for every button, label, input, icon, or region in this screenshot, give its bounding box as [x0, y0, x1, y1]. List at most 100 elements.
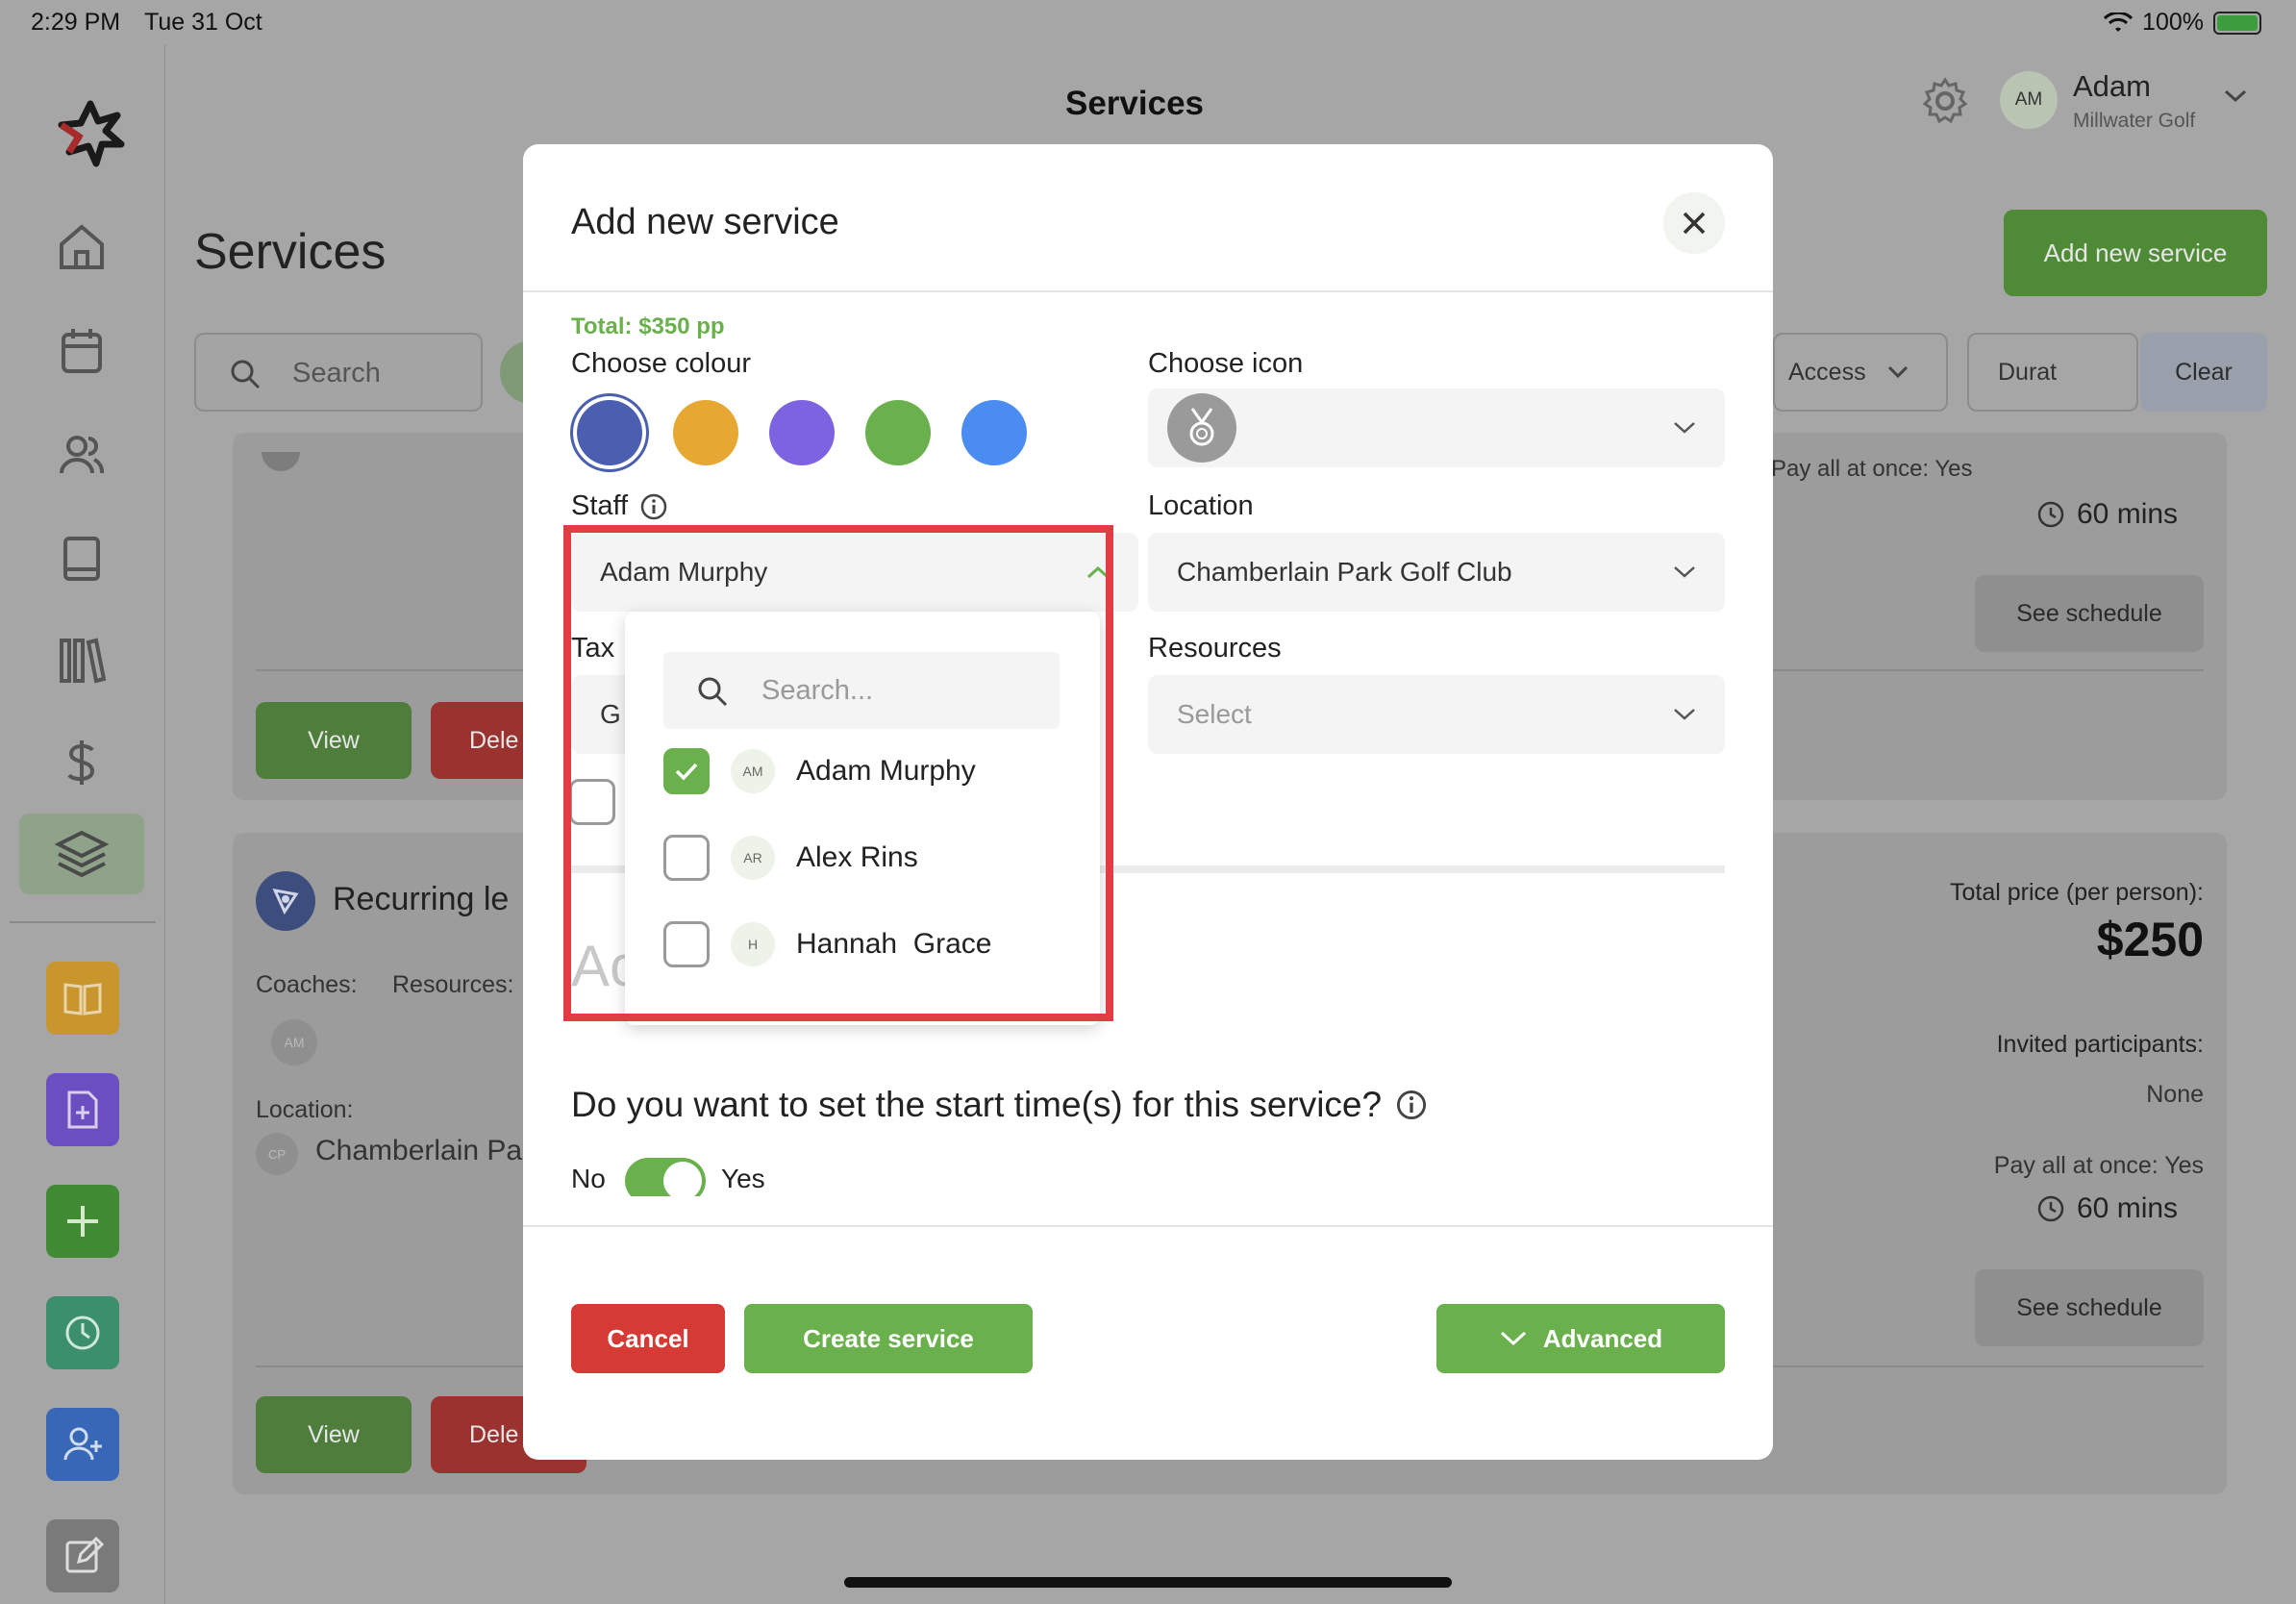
colour-swatch-purple[interactable]: [769, 400, 835, 465]
user-avatar[interactable]: AM: [2000, 71, 2058, 129]
service-type-icon: [256, 871, 315, 931]
clock-icon: [2037, 1195, 2064, 1222]
add-new-service-button[interactable]: Add new service: [2004, 210, 2267, 296]
access-filter-label: Access: [1788, 358, 1866, 386]
header-title: Services: [1064, 85, 1205, 122]
edit-icon[interactable]: [46, 1519, 119, 1592]
status-right: 100%: [2104, 9, 2261, 37]
library-icon[interactable]: [48, 627, 115, 694]
choose-icon-label: Choose icon: [1148, 348, 1304, 379]
clock-icon[interactable]: [46, 1296, 119, 1369]
total-price: Total: $350 pp: [571, 313, 725, 339]
cancel-button[interactable]: Cancel: [571, 1304, 725, 1373]
location-name: Chamberlain Pa: [315, 1135, 523, 1166]
add-user-icon[interactable]: [46, 1408, 119, 1481]
service-title: Recurring le: [333, 881, 510, 917]
chevron-down-icon: [1674, 422, 1695, 434]
page-title: Services: [194, 224, 387, 280]
battery-icon: [2213, 11, 2261, 35]
sidebar-divider: [10, 921, 156, 923]
modal-header: Add new service: [523, 144, 1773, 292]
pay-all-text: Pay all at once: Yes: [1993, 1152, 2204, 1179]
search-placeholder: Search: [292, 358, 381, 388]
view-button[interactable]: View: [256, 702, 412, 779]
footer-divider: [523, 1225, 1773, 1227]
dollar-icon[interactable]: [48, 729, 115, 796]
colour-swatch-light-blue[interactable]: [961, 400, 1027, 465]
chevron-down-icon: [1674, 709, 1695, 720]
coaches-label: Coaches:: [256, 971, 358, 998]
resources-label: Resources:: [392, 971, 514, 998]
create-service-button[interactable]: Create service: [744, 1304, 1033, 1373]
duration: 60 mins: [2036, 1192, 2178, 1225]
location-select[interactable]: Chamberlain Park Golf Club: [1148, 533, 1725, 612]
duration-text: 60 mins: [2077, 1192, 2179, 1224]
pay-all-text: Pay all at once: Yes: [1771, 456, 1973, 482]
staff-label: Staff: [571, 490, 629, 521]
duration: 60 mins: [2036, 498, 2178, 531]
search-input[interactable]: Search: [194, 333, 483, 412]
resources-select[interactable]: Select: [1148, 675, 1725, 754]
close-icon: [1683, 212, 1706, 235]
start-time-toggle[interactable]: [625, 1158, 706, 1196]
location-avatar: CP: [256, 1133, 298, 1175]
advanced-button[interactable]: Advanced: [1436, 1304, 1725, 1373]
status-time: 2:29 PM: [31, 9, 121, 36]
open-book-icon[interactable]: [46, 962, 119, 1035]
users-icon[interactable]: [48, 421, 115, 489]
user-name[interactable]: Adam: [2073, 69, 2151, 104]
user-org: Millwater Golf: [2073, 110, 2196, 132]
location-label: Location: [1148, 490, 1254, 521]
highlight-box: [563, 525, 1113, 1021]
total-price: $250: [2096, 913, 2204, 966]
advanced-label: Advanced: [1542, 1323, 1663, 1353]
info-icon[interactable]: [639, 492, 668, 521]
book-icon[interactable]: [48, 525, 115, 592]
resources-placeholder: Select: [1177, 699, 1252, 729]
resources-label: Resources: [1148, 633, 1282, 664]
duration-filter[interactable]: Durat: [1967, 333, 2138, 412]
see-schedule-button[interactable]: See schedule: [1975, 575, 2204, 652]
access-filter[interactable]: Access: [1773, 333, 1948, 412]
icon-select[interactable]: [1148, 388, 1725, 467]
chevron-down-icon[interactable]: [2223, 88, 2248, 109]
chevron-down-icon: [1500, 1331, 1526, 1346]
chevron-down-icon: [1887, 365, 1908, 379]
see-schedule-button[interactable]: See schedule: [1975, 1269, 2204, 1346]
colour-swatches: [577, 400, 1027, 465]
clear-filters-button[interactable]: Clear: [2140, 333, 2267, 412]
wifi-icon: [2104, 12, 2134, 32]
location-select-value: Chamberlain Park Golf Club: [1177, 557, 1512, 587]
colour-swatch-blue[interactable]: [577, 400, 642, 465]
layers-icon[interactable]: [19, 814, 144, 894]
search-icon: [231, 360, 261, 389]
duration-filter-label: Durat: [1998, 358, 2058, 386]
battery-percent: 100%: [2142, 9, 2204, 36]
sidebar: [0, 44, 165, 1604]
plus-icon[interactable]: [46, 1185, 119, 1258]
colour-swatch-orange[interactable]: [673, 400, 738, 465]
toggle-knob: [663, 1162, 702, 1196]
view-button[interactable]: View: [256, 1396, 412, 1473]
home-icon[interactable]: [48, 213, 115, 281]
status-date: Tue 31 Oct: [144, 9, 262, 36]
toggle-yes-label: Yes: [721, 1164, 765, 1193]
home-indicator: [844, 1577, 1452, 1588]
medal-icon: [1167, 393, 1236, 463]
close-button[interactable]: [1663, 192, 1725, 254]
chevron-down-icon: [1674, 566, 1695, 578]
total-price-label: Total price (per person):: [1949, 879, 2204, 906]
calendar-icon[interactable]: [48, 317, 115, 385]
app-logo: [58, 100, 125, 167]
info-icon[interactable]: [1395, 1089, 1428, 1121]
service-icon: [262, 452, 300, 471]
toggle-no-label: No: [571, 1164, 606, 1193]
duration-text: 60 mins: [2077, 498, 2179, 530]
coach-avatar: AM: [271, 1019, 317, 1065]
settings-gear-icon[interactable]: [1919, 75, 1971, 127]
clock-icon: [2037, 501, 2064, 528]
add-document-icon[interactable]: [46, 1073, 119, 1146]
colour-swatch-green[interactable]: [865, 400, 931, 465]
invited-value: None: [2146, 1081, 2204, 1108]
location-label: Location:: [256, 1096, 354, 1123]
